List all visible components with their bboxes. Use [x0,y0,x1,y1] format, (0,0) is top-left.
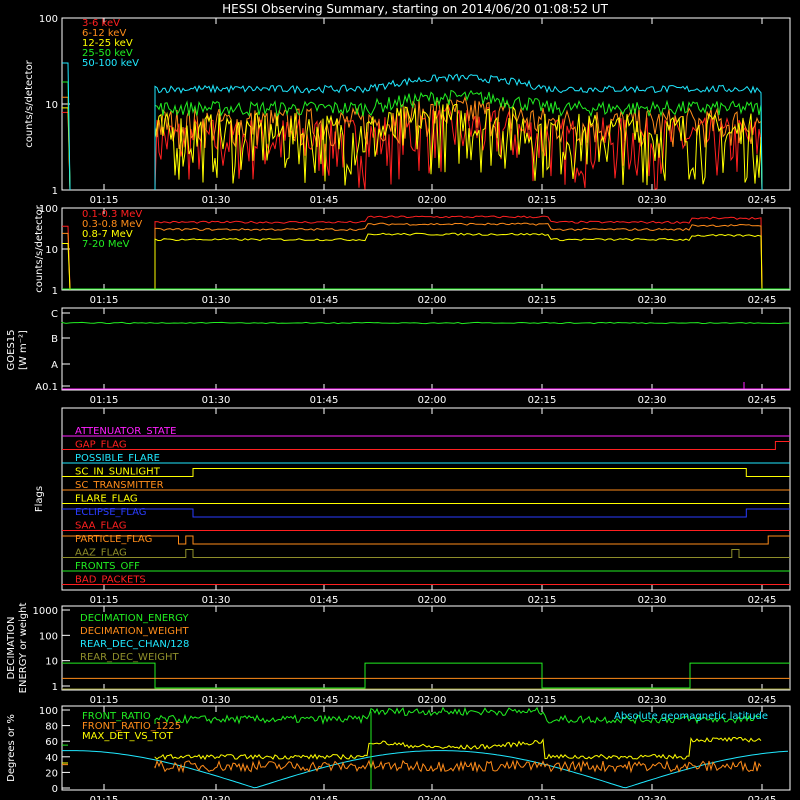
x-tick-label: 02:00 [418,695,447,706]
x-tick-label: 01:30 [202,295,231,306]
y-tick-label: 10 [45,100,58,111]
y-tick-label: 100 [39,631,58,642]
legend-entry: 7-20 MeV [82,239,130,250]
x-tick-label: 02:15 [528,695,557,706]
x-tick-label: 02:15 [528,295,557,306]
flag-label: FLARE_FLAG [75,494,138,505]
x-tick-label: 01:15 [90,795,119,800]
x-tick-label: 02:45 [748,195,777,206]
x-tick-label: 02:00 [418,195,447,206]
flag-label: GAP_FLAG [75,440,127,451]
y-tick-label: C [51,309,58,320]
x-tick-label: 01:45 [310,295,339,306]
flag-label: BAD_PACKETS [75,575,146,586]
x-tick-label: 01:30 [202,595,231,606]
x-tick-label: 01:45 [310,795,339,800]
x-tick-label: 02:30 [638,595,667,606]
flag-label: SAA_FLAG [75,521,126,532]
x-tick-label: 01:15 [90,695,119,706]
y-tick-label: 10 [45,657,58,668]
hessi-summary-chart: HESSI Observing Summary, starting on 201… [0,0,800,800]
y-axis-unit: [W m⁻²] [18,330,29,370]
flag-label: ATTENUATOR_STATE [75,426,176,437]
flag-label: AAZ_FLAG [75,548,127,559]
x-tick-label: 02:15 [528,195,557,206]
flag-label: SC_TRANSMITTER [75,480,164,491]
y-tick-label: 40 [45,753,58,764]
y-axis-label: Degrees or % [6,714,17,782]
x-tick-label: 02:00 [418,295,447,306]
chart-title: HESSI Observing Summary, starting on 201… [222,2,608,16]
y-axis-label: counts/s/detector [34,204,45,292]
x-tick-label: 02:45 [748,795,777,800]
y-tick-label: 1000 [33,606,58,617]
x-tick-label: 01:30 [202,195,231,206]
flag-label: POSSIBLE_FLARE [75,453,160,464]
x-tick-label: 02:45 [748,595,777,606]
x-tick-label: 01:15 [90,295,119,306]
x-tick-label: 01:30 [202,695,231,706]
y-tick-label: 60 [45,737,58,748]
x-tick-label: 02:45 [748,695,777,706]
x-tick-label: 01:30 [202,795,231,800]
annotation-label: Absolute geomagnetic latitude [614,711,768,722]
legend-entry: MAX_DET_VS_TOT [82,731,174,742]
x-tick-label: 02:30 [638,795,667,800]
y-tick-label: 1 [52,682,58,693]
y-tick-label: 80 [45,722,58,733]
y-axis-label: DECIMATION [6,616,17,679]
x-tick-label: 02:15 [528,395,557,406]
legend-entry: DECIMATION_ENERGY [80,613,189,624]
legend-entry: 50-100 keV [82,58,139,69]
flag-label: FRONTS_OFF [75,561,140,572]
y-tick-label: 10 [45,245,58,256]
x-tick-label: 02:30 [638,395,667,406]
flag-label: SC_IN_SUNLIGHT [75,467,161,478]
y-tick-label: 20 [45,768,58,779]
x-tick-label: 02:00 [418,795,447,800]
x-tick-label: 02:15 [528,795,557,800]
x-tick-label: 02:00 [418,595,447,606]
x-tick-label: 01:45 [310,595,339,606]
x-tick-label: 02:45 [748,395,777,406]
legend-entry: REAR_DEC_CHAN/128 [80,639,189,650]
y-tick-label: 100 [39,706,58,717]
x-tick-label: 01:15 [90,595,119,606]
x-tick-label: 01:45 [310,195,339,206]
x-tick-label: 02:15 [528,595,557,606]
x-tick-label: 01:15 [90,395,119,406]
x-tick-label: 01:15 [90,195,119,206]
y-tick-label: A [51,360,58,371]
y-tick-label: A0.1 [35,382,58,393]
y-axis-label: GOES15 [6,329,17,370]
x-tick-label: 01:30 [202,395,231,406]
y-tick-label: 1 [52,186,58,197]
x-tick-label: 02:30 [638,195,667,206]
y-tick-label: B [51,334,58,345]
x-tick-label: 02:30 [638,295,667,306]
x-tick-label: 02:45 [748,295,777,306]
x-tick-label: 02:30 [638,695,667,706]
legend-entry: REAR_DEC_WEIGHT [80,652,179,663]
y-axis-label: Flags [34,486,45,512]
y-tick-label: 100 [39,14,58,25]
y-tick-label: 0 [52,784,58,795]
y-axis-unit: ENERGY or weight [18,603,29,694]
y-tick-label: 1 [52,286,58,297]
x-tick-label: 01:45 [310,395,339,406]
x-tick-label: 01:45 [310,695,339,706]
x-tick-label: 02:00 [418,395,447,406]
legend-entry: DECIMATION_WEIGHT [80,626,189,637]
y-axis-label: counts/s/detector [24,59,35,147]
